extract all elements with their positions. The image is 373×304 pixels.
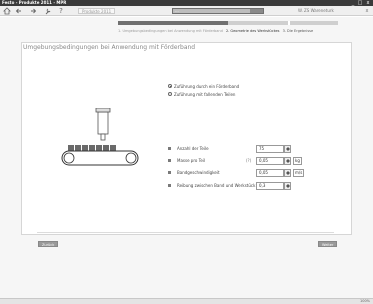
part — [103, 145, 109, 151]
masse-unit: kg — [293, 157, 302, 165]
masse-input[interactable]: 0,05 — [256, 157, 284, 165]
help-icon[interactable]: ? — [57, 7, 65, 15]
param-reibung-label: Reibung zwischen Band und Werkstück — [177, 183, 256, 188]
feeder-head — [95, 108, 111, 113]
anzahl-spinner[interactable] — [284, 145, 291, 153]
param-anzahl-row: Anzahl der Teile — [168, 145, 209, 153]
page-title: Umgebungsbedingungen bei Anwendung mit F… — [23, 44, 196, 51]
step-1[interactable]: 1. Umgebungsbedingungen bei Anwendung mi… — [118, 29, 223, 33]
bullet-icon — [168, 146, 171, 150]
step-3[interactable]: 3. Die Ergebnisse — [283, 29, 314, 33]
param-masse-row: Masse pro Teil — [168, 157, 205, 165]
zoom-level[interactable]: 100% — [360, 299, 370, 304]
status-bar: 100% — [0, 298, 373, 304]
part — [96, 145, 102, 151]
radio-button[interactable] — [168, 92, 172, 96]
back-button[interactable]: Zurück — [38, 241, 59, 247]
progress-fill — [173, 9, 250, 13]
param-band-label: Bandgeschwindigkeit — [177, 170, 220, 175]
band-spinner[interactable] — [284, 169, 291, 177]
bullet-icon — [168, 183, 171, 187]
close-icon[interactable]: x — [364, 8, 370, 14]
steps-progress-done — [118, 21, 228, 25]
steps-progress — [118, 21, 338, 25]
belt-roller-right — [125, 152, 137, 164]
product-selector[interactable]: Produkte 2011 — [78, 8, 116, 14]
part — [110, 145, 116, 151]
conveyor-illustration — [61, 108, 139, 166]
feeder-body — [97, 111, 109, 135]
radio-falling-parts[interactable]: Zuführung mit fallenden Teilen — [168, 92, 235, 98]
home-icon[interactable] — [3, 7, 11, 15]
step-2[interactable]: 2. Geometrie des Werkstückes — [226, 29, 279, 33]
progress-bar: ... — [172, 8, 264, 14]
wizard-label[interactable]: W. ZS Wareneturk — [298, 8, 334, 14]
tools-icon[interactable] — [44, 7, 52, 15]
param-band-row: Bandgeschwindigkeit — [168, 169, 220, 177]
belt-roller-left — [63, 152, 75, 164]
part — [89, 145, 95, 151]
forward-arrow-icon[interactable] — [29, 7, 37, 15]
radio-button-selected[interactable] — [168, 84, 172, 88]
part — [68, 145, 74, 151]
reibung-input[interactable]: 0,3 — [256, 182, 284, 190]
bullet-icon — [168, 170, 171, 174]
footer-divider — [37, 232, 334, 233]
anzahl-input[interactable]: 75 — [256, 145, 284, 153]
back-arrow-icon[interactable] — [15, 7, 23, 15]
radio-falling-parts-label: Zuführung mit fallenden Teilen — [174, 92, 236, 97]
radio-conveyor-feed[interactable]: Zuführung durch ein Förderband — [168, 84, 239, 90]
radio-conveyor-feed-label: Zuführung durch ein Förderband — [174, 84, 240, 89]
toolbar: ? Produkte 2011 ... W. ZS Wareneturk x — [0, 6, 373, 16]
reibung-spinner[interactable] — [284, 182, 291, 190]
param-masse-label: Masse pro Teil — [177, 158, 206, 163]
steps-breadcrumb: 1. Umgebungsbedingungen bei Anwendung mi… — [118, 28, 368, 34]
next-button[interactable]: Weiter — [318, 241, 338, 247]
part — [82, 145, 88, 151]
band-unit: m/s — [293, 169, 305, 177]
help-icon[interactable]: (?) — [246, 157, 251, 165]
steps-progress-marker — [288, 21, 290, 25]
param-anzahl-label: Anzahl der Teile — [177, 146, 209, 151]
feeder-nozzle — [100, 133, 106, 141]
progress-label: ... — [175, 8, 179, 13]
masse-spinner[interactable] — [284, 157, 291, 165]
param-reibung-row: Reibung zwischen Band und Werkstück — [168, 182, 255, 190]
bullet-icon — [168, 158, 171, 162]
part — [75, 145, 81, 151]
band-input[interactable]: 0,05 — [256, 169, 284, 177]
